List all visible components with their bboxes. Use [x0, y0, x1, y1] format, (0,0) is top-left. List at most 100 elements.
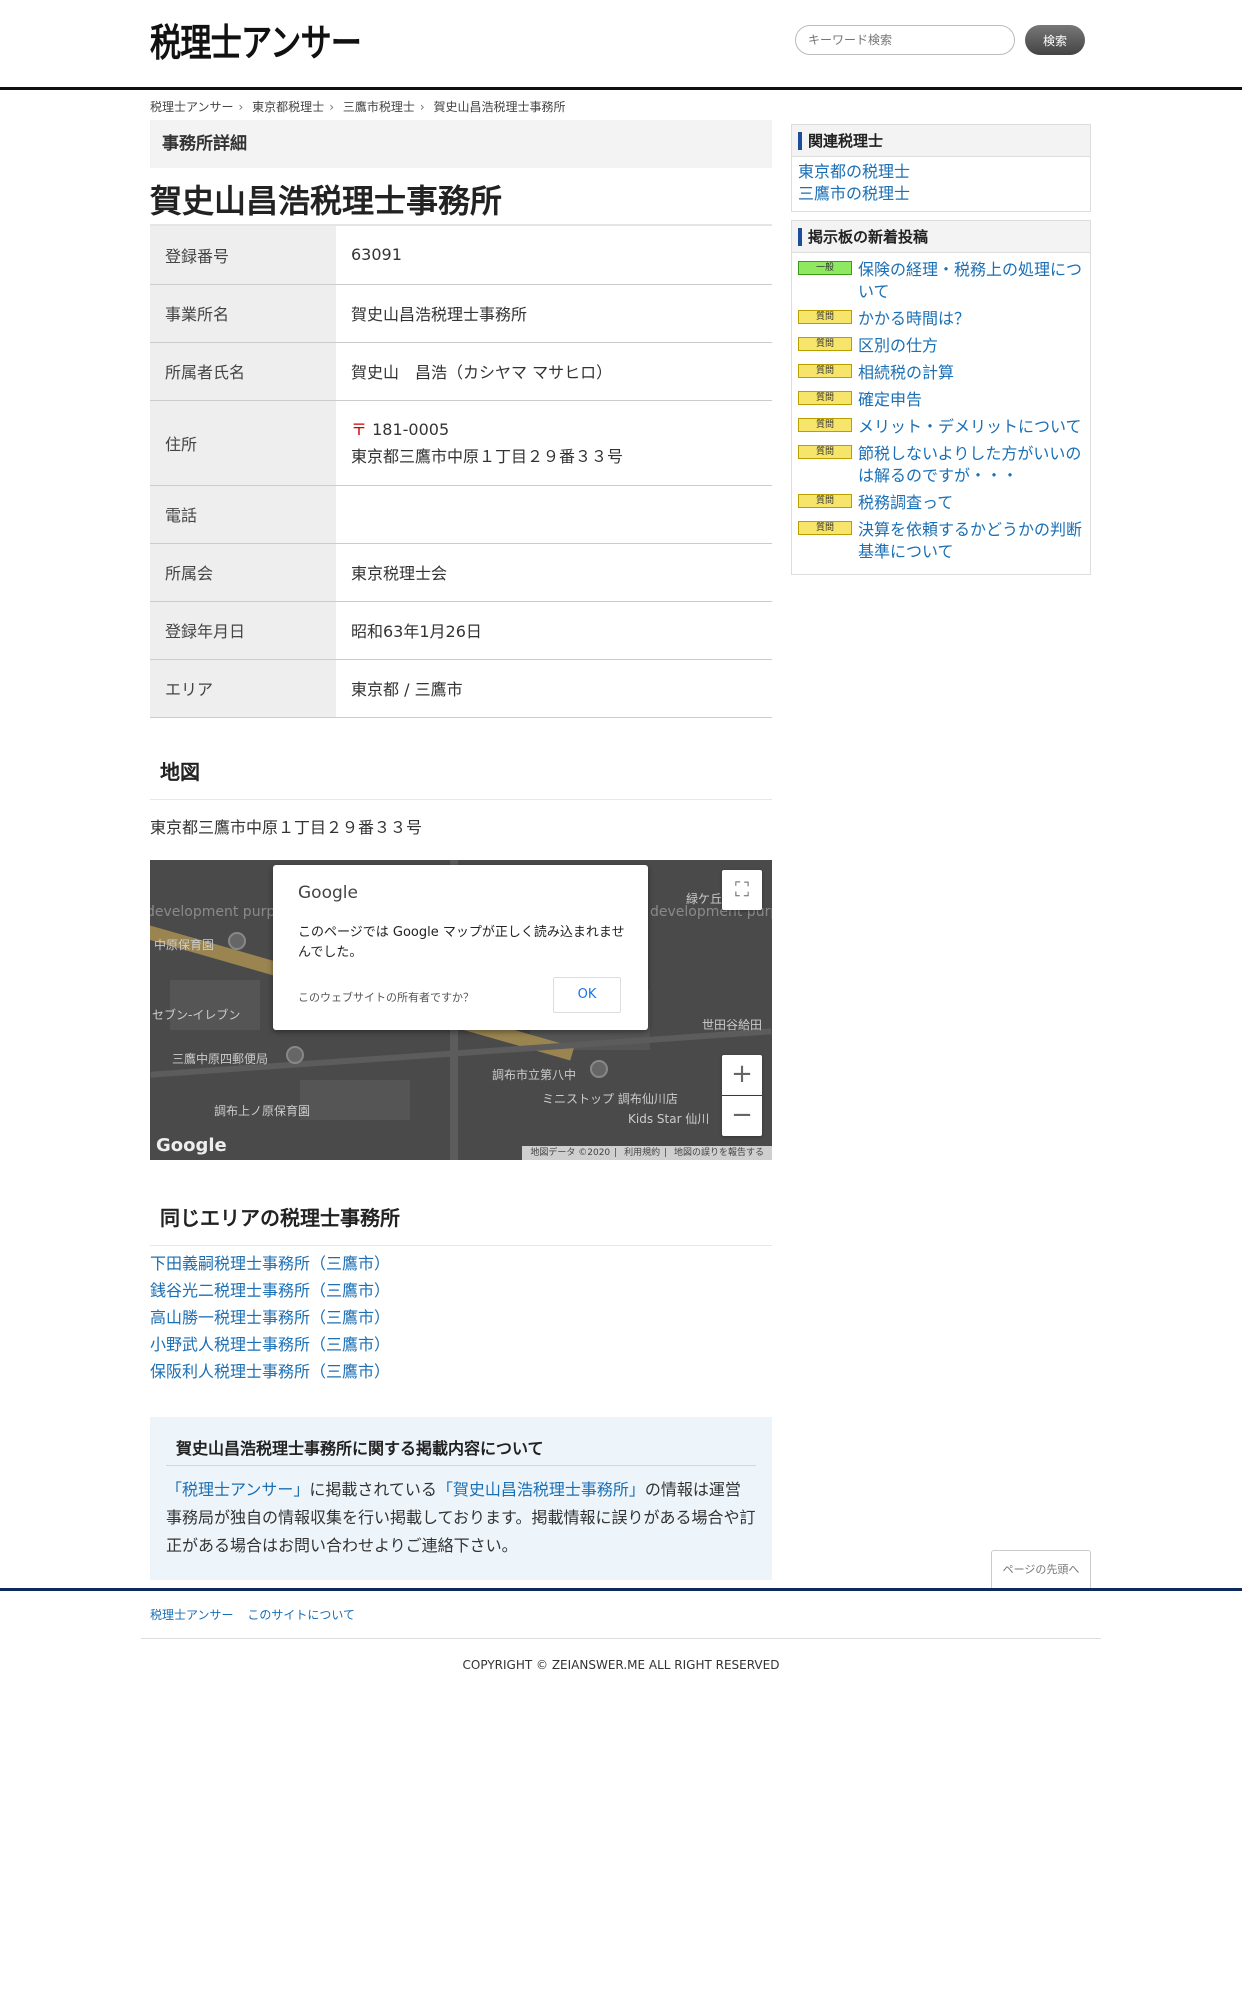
post-link[interactable]: 節税しないよりした方がいいのは解るのですが・・・ — [858, 443, 1084, 487]
posts-title: 掲示板の新着投稿 — [792, 221, 1090, 253]
terms-link[interactable]: 利用規約 — [624, 1148, 660, 1158]
address-label: 住所 — [150, 400, 336, 486]
list-item: 質問 税務調査って — [798, 492, 1084, 514]
list-item: 質問 相続税の計算 — [798, 362, 1084, 384]
same-area-list: 下田義嗣税理士事務所（三鷹市） 銭谷光二税理士事務所（三鷹市） 高山勝一税理士事… — [150, 1250, 772, 1385]
related-title: 関連税理士 — [792, 125, 1090, 157]
search-input[interactable] — [795, 25, 1015, 55]
category-badge: 質問 — [798, 494, 852, 508]
zoom-in-button[interactable]: + — [722, 1054, 762, 1095]
office-link[interactable]: 「賀史山昌浩税理士事務所」 — [437, 1480, 645, 1499]
phone-label: 電話 — [150, 485, 336, 544]
map-label: 緑ケ丘 — [686, 891, 723, 906]
list-item[interactable]: 保阪利人税理士事務所（三鷹市） — [150, 1358, 772, 1385]
google-logo: Google — [298, 882, 358, 903]
list-item[interactable]: 小野武人税理士事務所（三鷹市） — [150, 1331, 772, 1358]
search-button[interactable]: 検索 — [1025, 25, 1085, 55]
post-link[interactable]: 相続税の計算 — [858, 362, 954, 384]
fullscreen-icon[interactable]: ⛶ — [722, 869, 762, 910]
category-badge: 質問 — [798, 391, 852, 405]
footer-link-home[interactable]: 税理士アンサー — [150, 1608, 234, 1622]
map-block — [300, 1079, 410, 1120]
list-item[interactable]: 銭谷光二税理士事務所（三鷹市） — [150, 1277, 772, 1304]
office-details-table: 登録番号 63091 事業所名 賀史山昌浩税理士事務所 所属者氏名 賀史山 昌浩… — [150, 226, 772, 718]
map-address: 東京都三鷹市中原１丁目２９番３３号 — [150, 817, 423, 837]
map-label: 調布市立第八中 — [492, 1067, 577, 1082]
zoom-out-button[interactable]: − — [722, 1095, 762, 1136]
list-item[interactable]: 下田義嗣税理士事務所（三鷹市） — [150, 1250, 772, 1277]
post-link[interactable]: 税務調査って — [858, 492, 953, 514]
page-title: 賀史山昌浩税理士事務所 — [150, 176, 772, 226]
breadcrumb-item-tokyo[interactable]: 東京都税理士 — [252, 100, 324, 114]
footer-nav: 税理士アンサー このサイトについて — [150, 1606, 365, 1623]
related-link-mitaka[interactable]: 三鷹市の税理士 — [798, 183, 1084, 205]
office-label: 事業所名 — [150, 284, 336, 343]
list-item: 質問 メリット・デメリットについて — [798, 416, 1084, 438]
table-row: 住所 〒 181-0005 東京都三鷹市中原１丁目２９番３３号 — [150, 400, 772, 486]
owner-link[interactable]: このウェブサイトの所有者ですか？ — [298, 989, 474, 1005]
map-label: Kids Star 仙川 — [628, 1111, 710, 1126]
list-item: 一般 保険の経理・税務上の処理について — [798, 259, 1084, 303]
breadcrumb-item-home[interactable]: 税理士アンサー — [150, 100, 234, 114]
list-item[interactable]: 高山勝一税理士事務所（三鷹市） — [150, 1304, 772, 1331]
map-label: 世田谷給田 — [702, 1017, 763, 1032]
list-item: 質問 節税しないよりした方がいいのは解るのですが・・・ — [798, 443, 1084, 487]
map-label: ミニストップ 調布仙川店 — [542, 1091, 678, 1106]
related-widget: 関連税理士 東京都の税理士 三鷹市の税理士 — [791, 124, 1091, 212]
list-item: 質問 区別の仕方 — [798, 335, 1084, 357]
map-label: 中原保育園 — [154, 937, 215, 952]
site-logo[interactable]: 税理士アンサー — [150, 12, 362, 67]
map-label: 三鷹中原四郵便局 — [172, 1051, 269, 1066]
google-map-logo: Google — [156, 1134, 227, 1156]
ok-button[interactable]: OK — [553, 976, 621, 1013]
date-value: 昭和63年1月26日 — [336, 601, 772, 660]
map-pin-icon — [590, 1059, 608, 1078]
map-data-credit: 地図データ ©2020 — [530, 1147, 611, 1158]
footer-divider — [0, 1588, 1242, 1591]
post-link[interactable]: 決算を依頼するかどうかの判断基準について — [858, 519, 1084, 563]
post-link[interactable]: メリット・デメリットについて — [858, 416, 1082, 438]
breadcrumb-item-mitaka[interactable]: 三鷹市税理士 — [343, 100, 415, 114]
post-link[interactable]: 保険の経理・税務上の処理について — [858, 259, 1084, 303]
chevron-right-icon: › — [238, 100, 244, 114]
breadcrumb: 税理士アンサー › 東京都税理士 › 三鷹市税理士 › 賀史山昌浩税理士事務所 — [150, 98, 566, 115]
post-link[interactable]: 確定申告 — [858, 389, 922, 411]
map-label: 調布上ノ原保育園 — [214, 1103, 311, 1118]
same-area-heading: 同じエリアの税理士事務所 — [150, 1190, 772, 1246]
sidebar: 関連税理士 東京都の税理士 三鷹市の税理士 掲示板の新着投稿 一般 保険の経理・税… — [791, 124, 1091, 583]
map-heading: 地図 — [150, 744, 772, 800]
category-badge: 質問 — [798, 418, 852, 432]
postal-mark-icon: 〒 — [351, 419, 368, 439]
assoc-value: 東京税理士会 — [336, 543, 772, 602]
back-to-top-button[interactable]: ページの先頭へ — [991, 1550, 1091, 1588]
footer-link-about[interactable]: このサイトについて — [247, 1608, 355, 1622]
map-label: セブン-イレブン — [152, 1007, 241, 1022]
category-badge: 質問 — [798, 521, 852, 535]
address-text: 東京都三鷹市中原１丁目２９番３３号 — [351, 446, 624, 466]
map-error-message: このページでは Google マップが正しく読み込まれませんでした。 — [298, 924, 625, 960]
table-row: エリア 東京都 / 三鷹市 — [150, 659, 772, 718]
related-link-tokyo[interactable]: 東京都の税理士 — [798, 161, 1084, 183]
area-value: 東京都 / 三鷹市 — [336, 659, 772, 718]
site-header: 税理士アンサー 検索 — [0, 0, 1242, 90]
about-notice: 賀史山昌浩税理士事務所に関する掲載内容について 「税理士アンサー」に掲載されてい… — [150, 1416, 772, 1580]
reg-no-value: 63091 — [336, 226, 772, 285]
chevron-right-icon: › — [329, 100, 334, 114]
post-link[interactable]: 区別の仕方 — [858, 335, 938, 357]
category-badge: 一般 — [798, 261, 852, 275]
table-row: 所属者氏名 賀史山 昌浩（カシヤマ マサヒロ） — [150, 342, 772, 401]
office-value: 賀史山昌浩税理士事務所 — [336, 284, 772, 343]
table-row: 登録年月日 昭和63年1月26日 — [150, 601, 772, 660]
table-row: 所属会 東京税理士会 — [150, 543, 772, 602]
site-link[interactable]: 「税理士アンサー」 — [166, 1480, 309, 1499]
category-badge: 質問 — [798, 337, 852, 351]
google-map[interactable]: development purposes only development pu… — [150, 859, 772, 1160]
report-error-link[interactable]: 地図の誤りを報告する — [674, 1148, 764, 1158]
breadcrumb-item-current: 賀史山昌浩税理士事務所 — [433, 100, 566, 114]
post-link[interactable]: かかる時間は？ — [858, 308, 970, 330]
assoc-label: 所属会 — [150, 543, 336, 602]
person-value: 賀史山 昌浩（カシヤマ マサヒロ） — [336, 342, 772, 401]
table-row: 事業所名 賀史山昌浩税理士事務所 — [150, 284, 772, 343]
map-pin-icon — [228, 931, 246, 950]
posts-widget: 掲示板の新着投稿 一般 保険の経理・税務上の処理について 質問 かかる時間は？ 質問… — [791, 220, 1091, 575]
